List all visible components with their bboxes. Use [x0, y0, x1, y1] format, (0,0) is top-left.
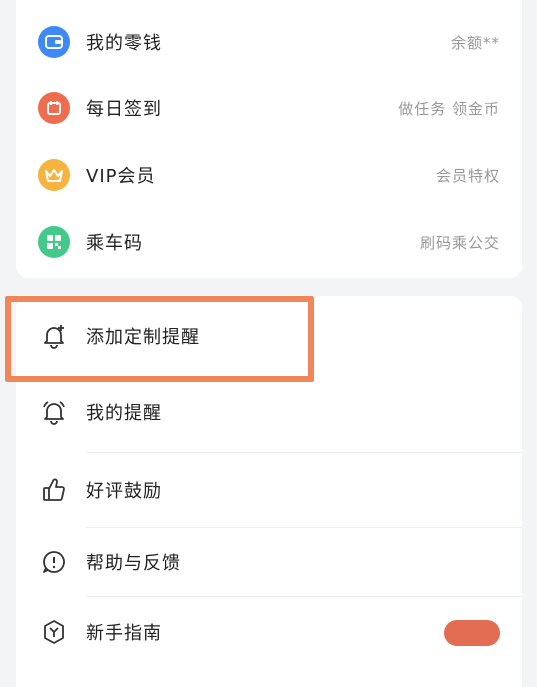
exclamation-bubble-icon [38, 546, 70, 578]
checkin-icon [38, 92, 70, 124]
beginner-guide-row[interactable]: 新手指南 [16, 598, 522, 666]
new-badge [444, 620, 500, 646]
wallet-icon [38, 26, 70, 58]
my-reminders-label: 我的提醒 [86, 403, 162, 424]
wallet-services-card: 我的零钱 余额** 每日签到 做任务 领金币 VIP会员 会员特权 乘车码 刷码… [16, 0, 522, 278]
thumbs-up-icon [38, 474, 70, 506]
help-feedback-row[interactable]: 帮助与反馈 [16, 528, 522, 596]
rate-encourage-row[interactable]: 好评鼓励 [16, 454, 522, 526]
daily-checkin-label: 每日签到 [86, 99, 162, 120]
bus-code-row[interactable]: 乘车码 刷码乘公交 [16, 210, 522, 274]
crown-icon [38, 159, 70, 191]
qrcode-icon [38, 226, 70, 258]
vip-member-label: VIP会员 [86, 166, 156, 187]
profile-menu-page: 我的零钱 余额** 每日签到 做任务 领金币 VIP会员 会员特权 乘车码 刷码… [0, 0, 537, 687]
my-reminders-row[interactable]: 我的提醒 [16, 376, 522, 448]
my-wallet-row[interactable]: 我的零钱 余额** [16, 10, 522, 74]
rate-encourage-label: 好评鼓励 [86, 481, 162, 502]
bus-code-label: 乘车码 [86, 233, 143, 254]
checkin-hint: 做任务 领金币 [398, 99, 500, 118]
divider [86, 596, 522, 597]
help-feedback-label: 帮助与反馈 [86, 553, 181, 574]
vip-hint: 会员特权 [435, 166, 500, 185]
balance-hint: 余额** [450, 33, 500, 52]
bus-code-hint: 刷码乘公交 [419, 233, 500, 252]
divider [86, 452, 522, 453]
daily-checkin-row[interactable]: 每日签到 做任务 领金币 [16, 76, 522, 140]
vip-member-row[interactable]: VIP会员 会员特权 [16, 143, 522, 207]
highlight-frame [5, 296, 314, 382]
my-wallet-label: 我的零钱 [86, 33, 162, 54]
alarm-bell-icon [38, 396, 70, 428]
hexagon-y-icon [38, 616, 70, 648]
beginner-guide-label: 新手指南 [86, 623, 162, 644]
